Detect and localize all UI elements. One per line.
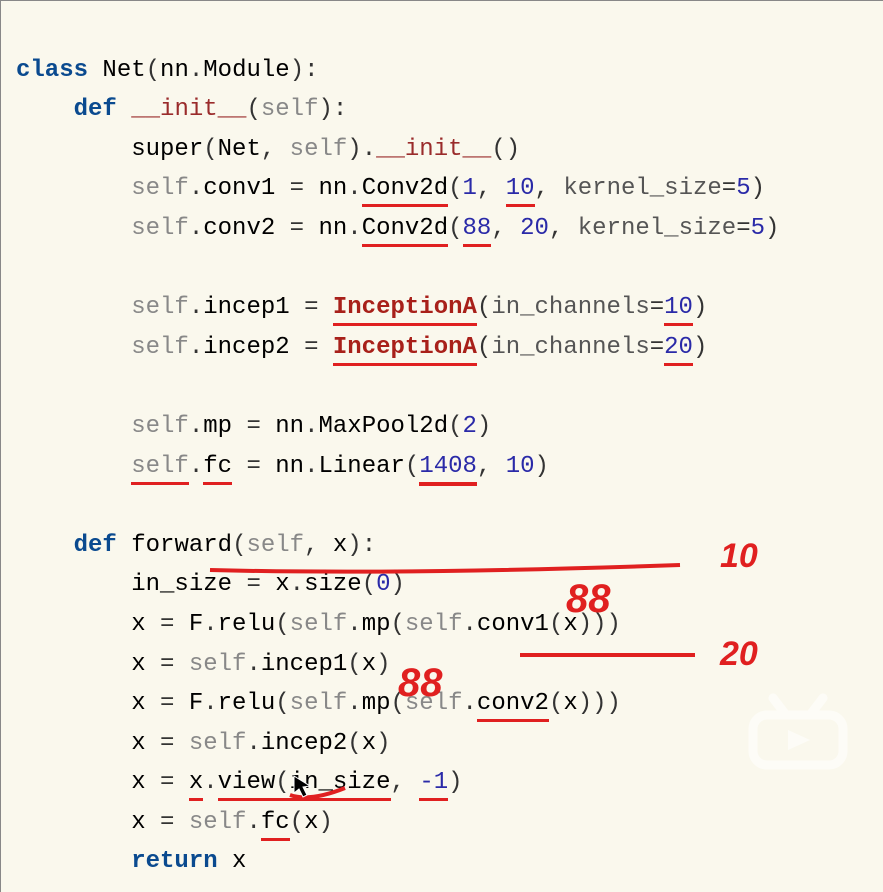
class-name: Net: [102, 57, 145, 84]
fn-init: __init__: [131, 96, 246, 123]
kw-class: class: [16, 57, 88, 84]
kw-def: def: [74, 96, 117, 123]
bilibili-tv-icon: [738, 690, 858, 770]
inception-a-1: InceptionA: [333, 294, 477, 326]
inception-a-2: InceptionA: [333, 334, 477, 366]
fn-forward: forward: [131, 532, 232, 559]
